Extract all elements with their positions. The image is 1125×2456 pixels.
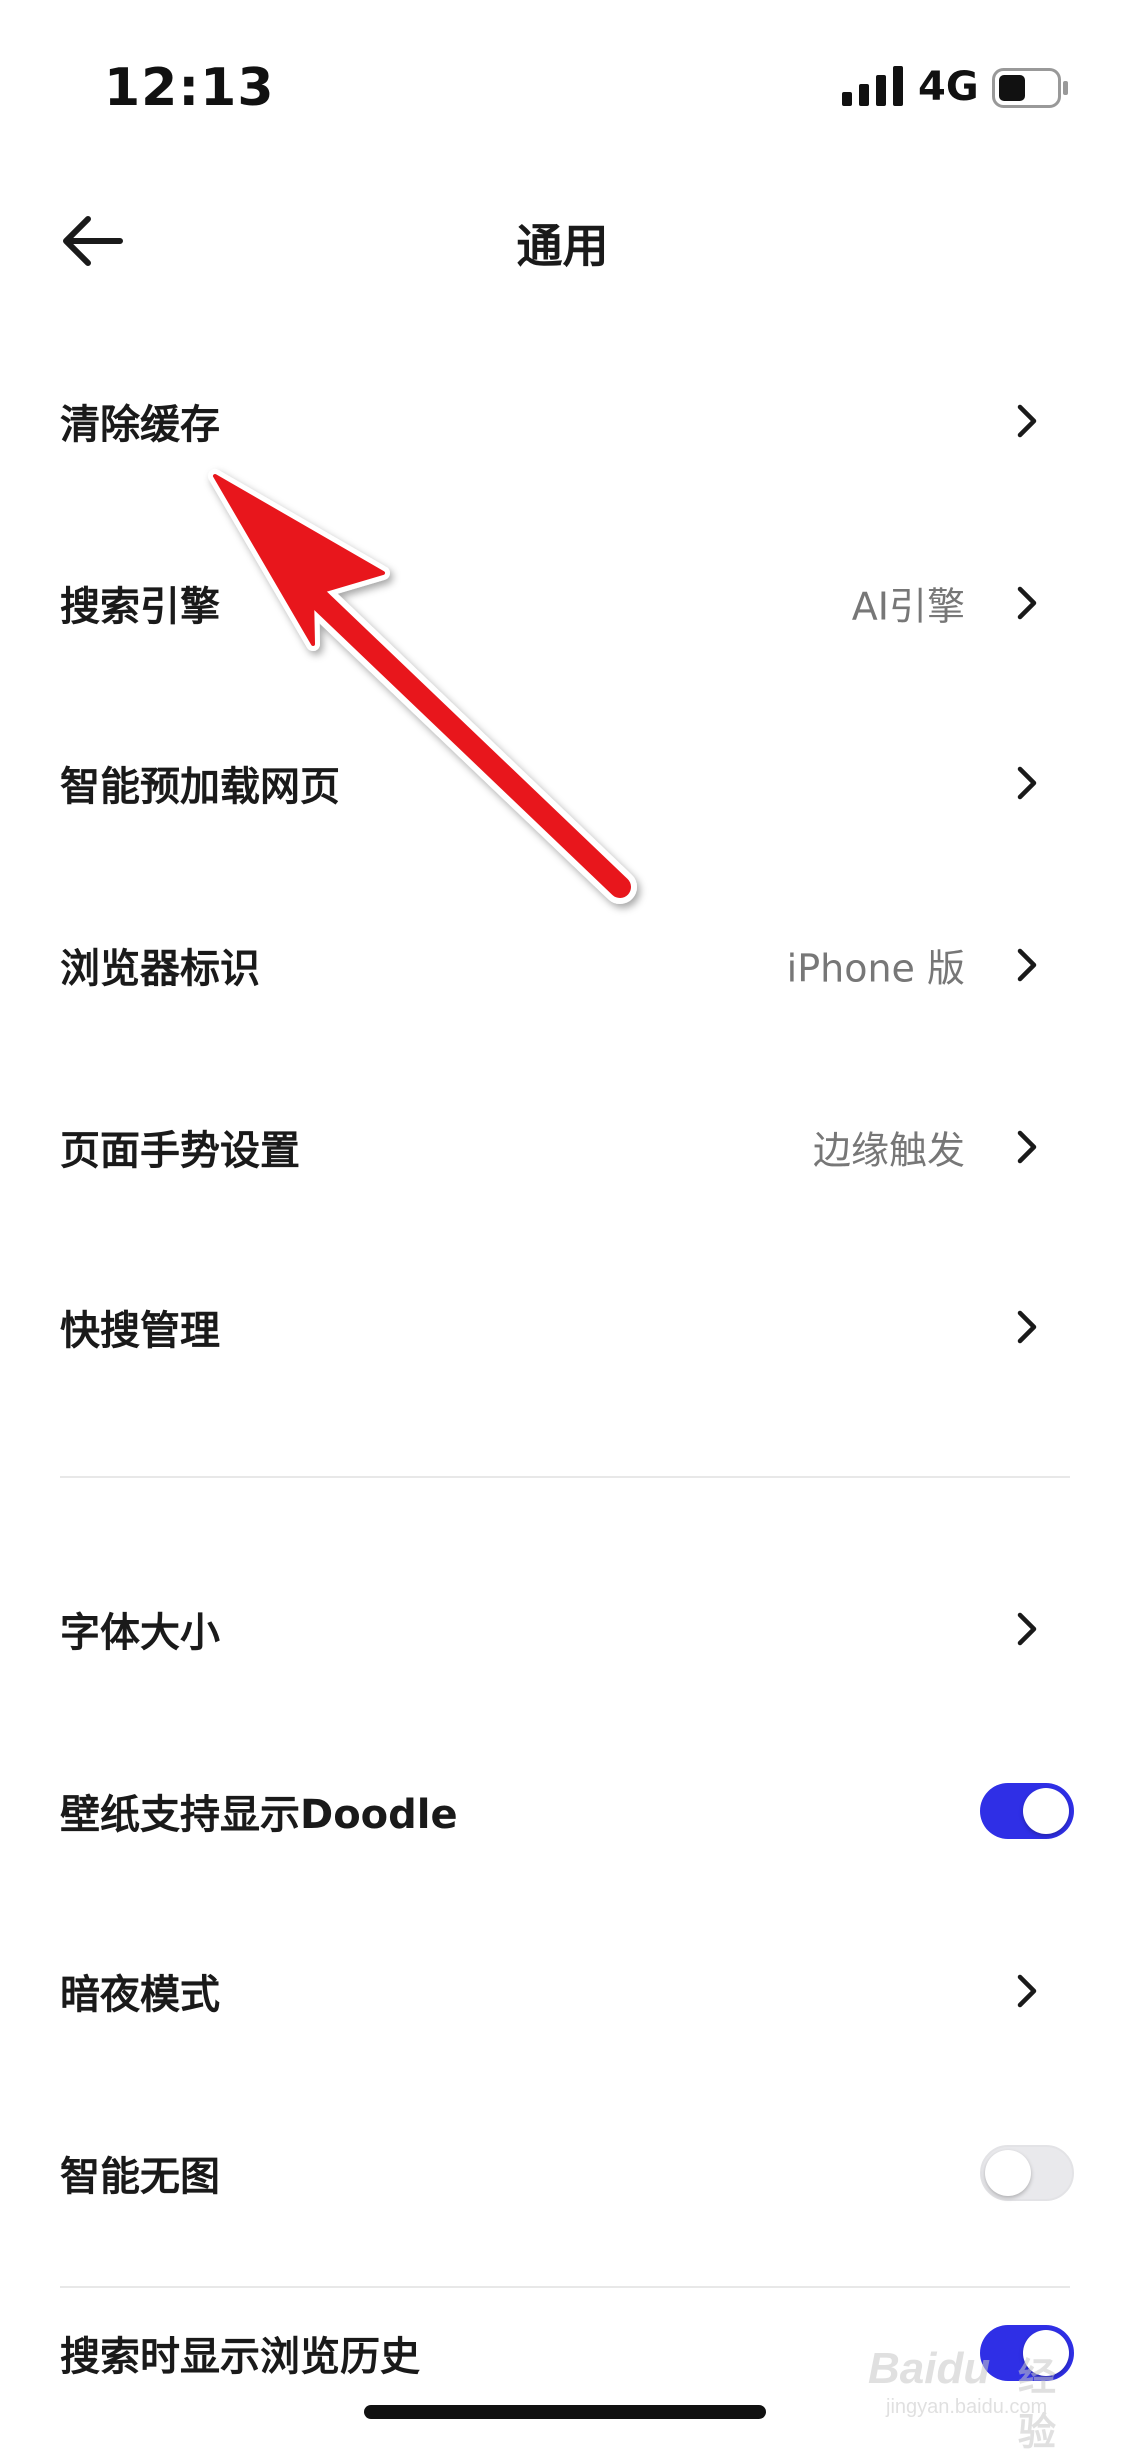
network-type: 4G — [918, 64, 979, 110]
settings-row-search-engine[interactable]: 搜索引擎 AI引擎 — [0, 548, 1125, 658]
row-label: 搜索时显示浏览历史 — [60, 2334, 420, 2380]
chevron-right-icon — [1017, 1310, 1037, 1344]
chevron-right-icon — [1017, 766, 1037, 800]
row-value: AI引擎 — [851, 584, 965, 629]
page-title: 通用 — [516, 219, 609, 273]
no-image-toggle[interactable] — [980, 2145, 1074, 2201]
row-label: 智能无图 — [60, 2154, 220, 2200]
status-time: 12:13 — [104, 58, 275, 118]
settings-row-doodle: 壁纸支持显示Doodle — [0, 1756, 1125, 1866]
row-label: 字体大小 — [60, 1610, 220, 1656]
row-label: 清除缓存 — [60, 402, 220, 448]
settings-row-gesture[interactable]: 页面手势设置 边缘触发 — [0, 1092, 1125, 1202]
chevron-right-icon — [1017, 586, 1037, 620]
status-bar: 12:13 4G — [0, 0, 1125, 150]
section-divider — [60, 1476, 1070, 1478]
toggle-knob — [1023, 1788, 1069, 1834]
doodle-toggle[interactable] — [980, 1783, 1074, 1839]
row-value: iPhone 版 — [786, 946, 965, 991]
chevron-right-icon — [1017, 948, 1037, 982]
settings-row-quick-search[interactable]: 快搜管理 — [0, 1272, 1125, 1382]
watermark-brand: Baidu — [868, 2344, 991, 2393]
chevron-right-icon — [1017, 1974, 1037, 2008]
settings-row-font-size[interactable]: 字体大小 — [0, 1574, 1125, 1684]
row-label: 页面手势设置 — [60, 1128, 300, 1174]
battery-icon — [992, 68, 1068, 108]
chevron-right-icon — [1017, 1130, 1037, 1164]
chevron-right-icon — [1017, 1612, 1037, 1646]
watermark-domain: jingyan.baidu.com — [886, 2396, 1048, 2418]
settings-row-no-image: 智能无图 — [0, 2118, 1125, 2228]
settings-row-dark-mode[interactable]: 暗夜模式 — [0, 1936, 1125, 2046]
settings-row-user-agent[interactable]: 浏览器标识 iPhone 版 — [0, 910, 1125, 1020]
row-label: 浏览器标识 — [60, 946, 260, 992]
baidu-watermark: Baidu 经验 jingyan.baidu.com — [868, 2344, 1088, 2454]
section-divider — [60, 2286, 1070, 2288]
toggle-knob — [985, 2150, 1031, 2196]
row-label: 智能预加载网页 — [60, 764, 340, 810]
home-indicator[interactable] — [364, 2405, 766, 2419]
chevron-right-icon — [1017, 404, 1037, 438]
row-label: 壁纸支持显示Doodle — [60, 1792, 458, 1838]
settings-row-preload[interactable]: 智能预加载网页 — [0, 728, 1125, 838]
row-label: 暗夜模式 — [60, 1972, 220, 2018]
signal-strength-icon — [842, 66, 903, 106]
row-label: 快搜管理 — [60, 1308, 220, 1354]
nav-header: 通用 — [0, 180, 1125, 300]
settings-row-clear-cache[interactable]: 清除缓存 — [0, 366, 1125, 476]
row-value: 边缘触发 — [812, 1128, 965, 1173]
row-label: 搜索引擎 — [60, 584, 220, 630]
